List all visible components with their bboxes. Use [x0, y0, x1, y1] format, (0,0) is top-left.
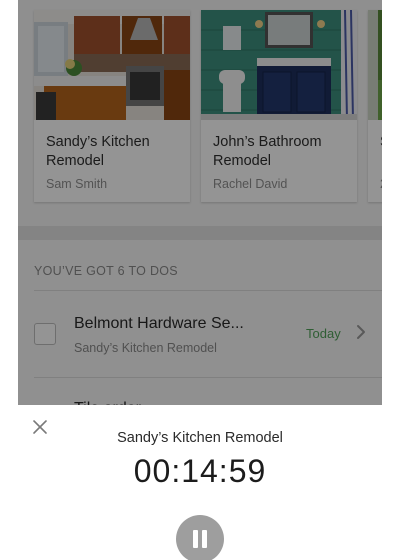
timer-elapsed: 00:14:59: [133, 453, 267, 489]
timer-project-title: Sandy’s Kitchen Remodel: [117, 430, 283, 446]
app-screen: Sandy’s Kitchen Remodel Sam Smith John’s…: [18, 0, 382, 560]
dim-overlay[interactable]: [18, 0, 382, 405]
pause-button[interactable]: [176, 515, 224, 560]
pause-icon: [202, 530, 207, 548]
timer-sheet: Sandy’s Kitchen Remodel 00:14:59: [18, 405, 382, 560]
pause-icon: [193, 530, 198, 548]
